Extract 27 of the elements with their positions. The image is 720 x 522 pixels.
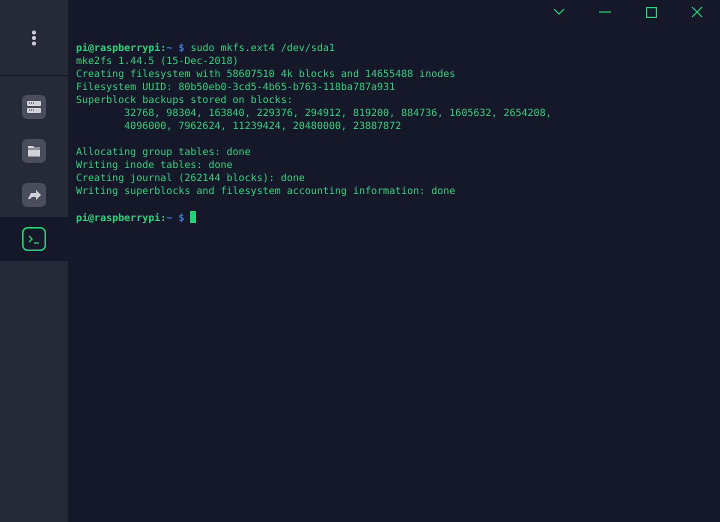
- maximize-icon: [646, 6, 656, 18]
- output-line: Superblock backups stored on blocks:: [76, 95, 293, 106]
- output-line: Writing superblocks and filesystem accounting information: done: [76, 186, 456, 197]
- share-icon: [22, 183, 46, 207]
- sidebar-item[interactable]: [0, 217, 68, 261]
- command-text: sudo mkfs.ext4 /dev/sda1: [190, 43, 335, 54]
- prompt-symbol: $: [178, 213, 184, 224]
- prompt-host: pi@raspberrypi:: [76, 43, 166, 54]
- output-line: 32768, 98304, 163840, 229376, 294912, 819200, 884736, 1605632, 2654208,: [123, 108, 552, 119]
- output-line: mke2fs 1.44.5 (15-Dec-2018): [76, 56, 239, 67]
- prompt-path: ~: [166, 213, 172, 224]
- chevron-down-icon: [553, 8, 565, 16]
- close-icon: [691, 6, 703, 18]
- prompt-path: ~: [166, 43, 172, 54]
- prompt-host: pi@raspberrypi:: [76, 213, 166, 224]
- more-icon[interactable]: [31, 30, 37, 46]
- output-line: Filesystem UUID: 80b50eb0-3cd5-4b65-b763-118ba787a931: [76, 82, 396, 93]
- prompt-symbol: $: [178, 43, 184, 54]
- server-icon: [22, 95, 46, 119]
- output-line: Creating journal (262144 blocks): done: [76, 173, 305, 184]
- output-line: 4096000, 7962624, 11239424, 20480000, 23887872: [123, 121, 402, 132]
- terminal-icon: [22, 227, 46, 251]
- output-line: Creating filesystem with 58607510 4k blocks and 14655488 inodes: [76, 69, 456, 80]
- folder-icon: [22, 139, 46, 163]
- output-line: Allocating group tables: done: [76, 147, 251, 158]
- minimize-icon: [599, 11, 611, 13]
- output-line: Writing inode tables: done: [76, 160, 233, 171]
